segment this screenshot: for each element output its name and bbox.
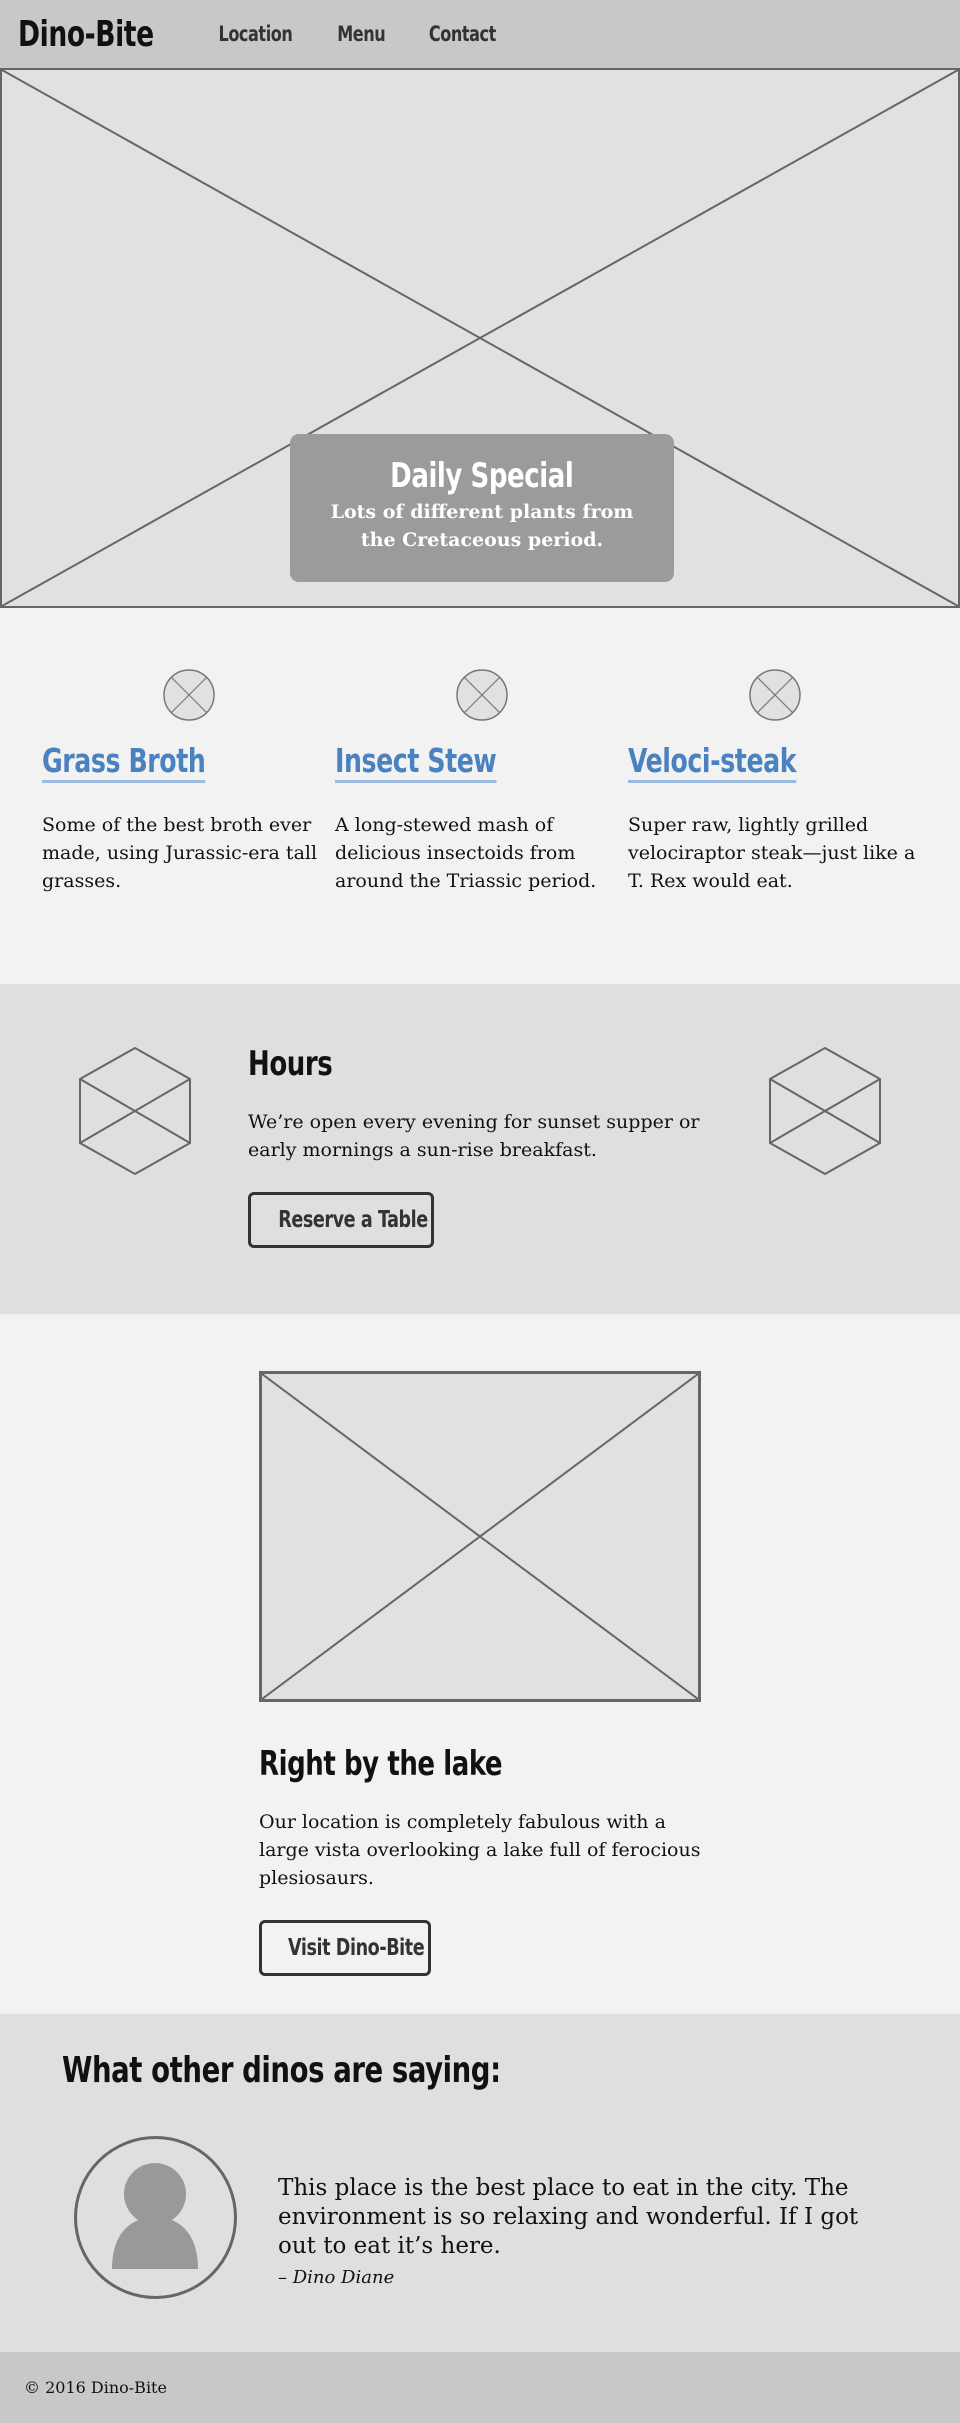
visit-button[interactable]: Visit Dino-Bite [259,1920,431,1976]
feature-grass-broth: Grass Broth Some of the best broth ever … [42,668,335,984]
testimonial-section: What other dinos are saying: This place … [0,2014,960,2352]
location-content: Right by the lake Our location is comple… [259,1744,719,1976]
dish-image-placeholder-icon [748,669,801,721]
nav-links: Location Menu Contact [212,22,502,46]
reserve-table-label: Reserve a Table [278,1207,428,1233]
daily-special-text: Lots of different plants from the Cretac… [330,501,634,551]
nav-link-location[interactable]: Location [219,22,293,46]
brand-logo[interactable]: Dino-Bite [18,14,154,55]
location-image [259,1371,701,1702]
hours-text: We’re open every evening for sunset supp… [248,1111,700,1161]
dish-image-placeholder-icon [455,669,508,721]
location-title: Right by the lake [259,1744,503,1784]
avatar [74,2136,237,2299]
testimonial-quote: This place is the best place to eat in t… [278,2174,898,2288]
location-text: Our location is completely fabulous with… [259,1811,701,1889]
feature-description: Some of the best broth ever made, using … [42,814,318,892]
person-icon [112,2163,198,2269]
quote-text: This place is the best place to eat in t… [278,2175,859,2259]
image-placeholder-icon [262,1374,698,1699]
menu-features: Grass Broth Some of the best broth ever … [0,608,960,984]
feature-description: A long-stewed mash of delicious insectoi… [335,814,597,892]
hexagon-placeholder-icon [79,1046,191,1176]
feature-insect-stew: Insect Stew A long-stewed mash of delici… [335,668,628,984]
feature-description: Super raw, lightly grilled velociraptor … [628,814,916,892]
top-nav: Dino-Bite Location Menu Contact [0,0,960,68]
dish-image-placeholder-icon [162,669,215,721]
daily-special-card: Daily Special Lots of different plants f… [290,434,674,582]
hexagon-placeholder-icon [769,1046,881,1176]
copyright-text: © 2016 Dino-Bite [24,2378,167,2397]
reserve-table-button[interactable]: Reserve a Table [248,1192,434,1248]
nav-link-contact[interactable]: Contact [429,22,496,46]
nav-link-menu[interactable]: Menu [337,22,385,46]
visit-button-label: Visit Dino-Bite [288,1935,425,1961]
quote-author: – Dino Diane [278,2267,395,2288]
hours-title: Hours [248,1044,333,1084]
location-section: Right by the lake Our location is comple… [0,1314,960,2014]
footer: © 2016 Dino-Bite [0,2352,960,2423]
daily-special-title: Daily Special [390,456,574,496]
feature-title-link[interactable]: Veloci-steak [628,742,797,783]
feature-veloci-steak: Veloci-steak Super raw, lightly grilled … [628,668,921,984]
testimonial-title: What other dinos are saying: [62,2050,501,2091]
hours-section: Hours We’re open every evening for sunse… [0,984,960,1314]
hours-content: Hours We’re open every evening for sunse… [248,1044,708,1248]
hero-banner: Daily Special Lots of different plants f… [0,68,960,608]
feature-title-link[interactable]: Insect Stew [335,742,497,783]
feature-title-link[interactable]: Grass Broth [42,742,206,783]
